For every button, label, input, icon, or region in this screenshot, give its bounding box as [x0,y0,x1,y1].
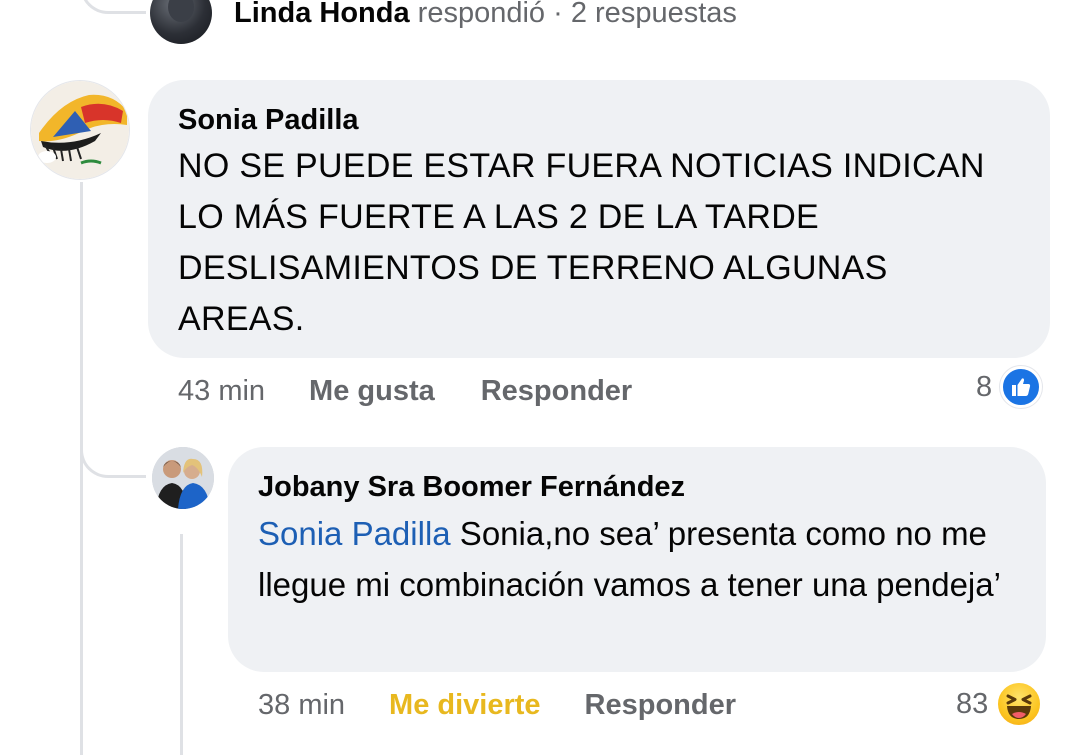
thread-connector-top [80,0,146,14]
comment-text: NO SE PUEDE ESTAR FUERA NOTICIAS INDICAN… [178,147,985,338]
comment-bubble: Jobany Sra Boomer Fernández Sonia Padill… [228,447,1046,672]
comment-time[interactable]: 38 min [258,689,345,722]
replies-count[interactable]: 2 respuestas [571,0,737,29]
comment-text: Sonia Padilla Sonia,no sea’ presenta com… [258,508,1016,610]
thread-line-main [80,182,83,755]
avatar[interactable] [30,80,130,180]
comment-bubble: Sonia Padilla NO SE PUEDE ESTAR FUERA NO… [148,80,1050,358]
haha-reaction-button[interactable]: Me divierte [389,689,541,722]
avatar[interactable] [152,447,214,509]
reply-button[interactable]: Responder [481,375,632,408]
mention-link[interactable]: Sonia Padilla [258,515,451,552]
reply-button[interactable]: Responder [585,689,736,722]
reaction-count: 83 [956,687,989,720]
profile-photo-icon [152,447,214,509]
separator: · [553,0,563,29]
view-replies-row[interactable]: Linda Honda respondió · 2 respuestas [150,0,737,44]
reaction-summary[interactable]: 8 [976,366,1043,408]
profile-photo-icon [31,81,129,179]
reaction-summary[interactable]: 83 [956,681,1043,727]
comment-author[interactable]: Jobany Sra Boomer Fernández [258,469,1016,505]
haha-icon [996,681,1043,727]
reaction-count: 8 [976,370,993,403]
comment-author[interactable]: Sonia Padilla [178,102,1020,138]
comment-time[interactable]: 43 min [178,375,265,408]
thread-connector-curve [80,430,146,478]
like-button[interactable]: Me gusta [309,375,435,408]
thread-line-reply [180,534,183,755]
reply-action: respondió [417,0,546,29]
comment-actions: 43 min Me gusta Responder [178,370,632,412]
like-icon [1000,366,1043,408]
avatar [150,0,212,44]
comment-actions: 38 min Me divierte Responder [258,684,736,726]
reply-author: Linda Honda [234,0,410,29]
